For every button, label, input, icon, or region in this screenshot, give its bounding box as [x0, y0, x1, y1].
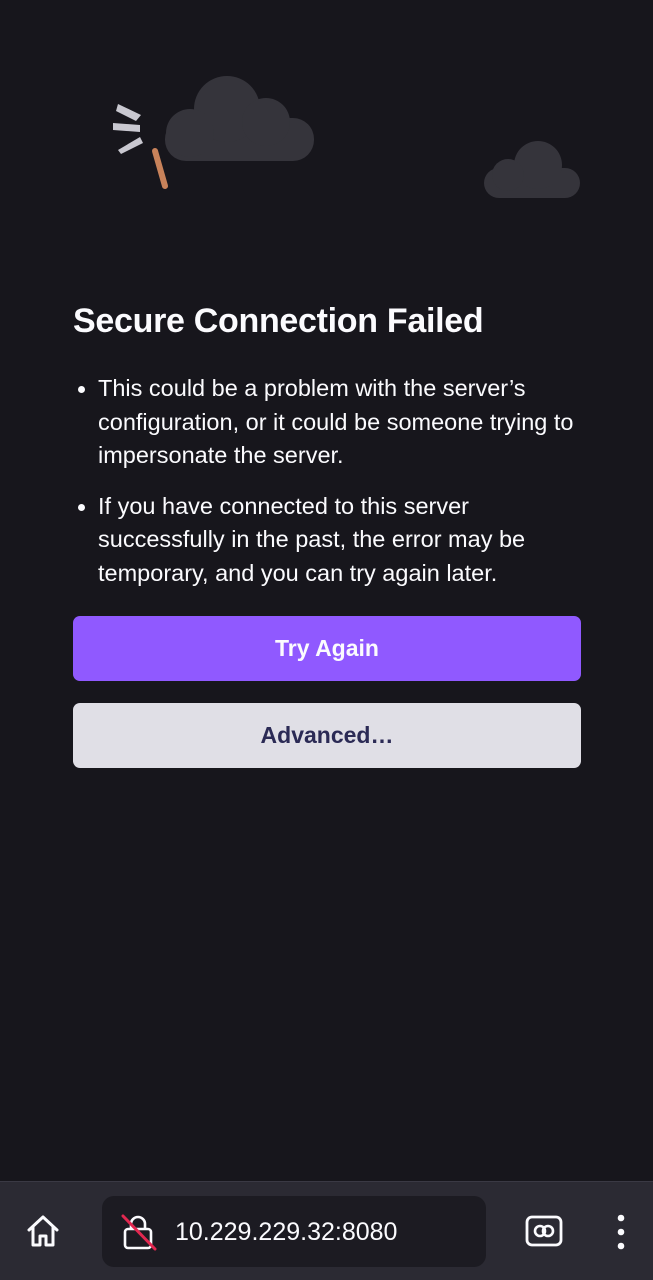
try-again-button[interactable]: Try Again	[73, 616, 581, 681]
url-text[interactable]: 10.229.229.32:8080	[175, 1215, 397, 1249]
cloud-small-icon	[484, 141, 580, 198]
tabs-icon[interactable]	[524, 1213, 564, 1249]
error-page: Secure Connection Failed This could be a…	[0, 0, 653, 1280]
broken-lock-icon[interactable]	[120, 1213, 158, 1251]
url-bar[interactable]: 10.229.229.32:8080	[102, 1196, 486, 1267]
sparkle-lines-icon	[113, 104, 143, 154]
error-content: Secure Connection Failed This could be a…	[73, 298, 581, 768]
stick-icon	[152, 148, 168, 189]
error-illustration	[113, 76, 580, 198]
cloud-large-icon	[165, 76, 314, 161]
reason-list: This could be a problem with the server’…	[73, 372, 581, 590]
browser-toolbar: 10.229.229.32:8080	[0, 1181, 653, 1280]
page-title: Secure Connection Failed	[73, 302, 484, 340]
reason-item: This could be a problem with the server’…	[78, 372, 581, 473]
kebab-menu-icon[interactable]	[608, 1212, 634, 1252]
home-button[interactable]	[22, 1210, 64, 1252]
reason-item: If you have connected to this server suc…	[78, 490, 581, 591]
advanced-button[interactable]: Advanced…	[73, 703, 581, 768]
home-icon	[27, 1215, 59, 1247]
